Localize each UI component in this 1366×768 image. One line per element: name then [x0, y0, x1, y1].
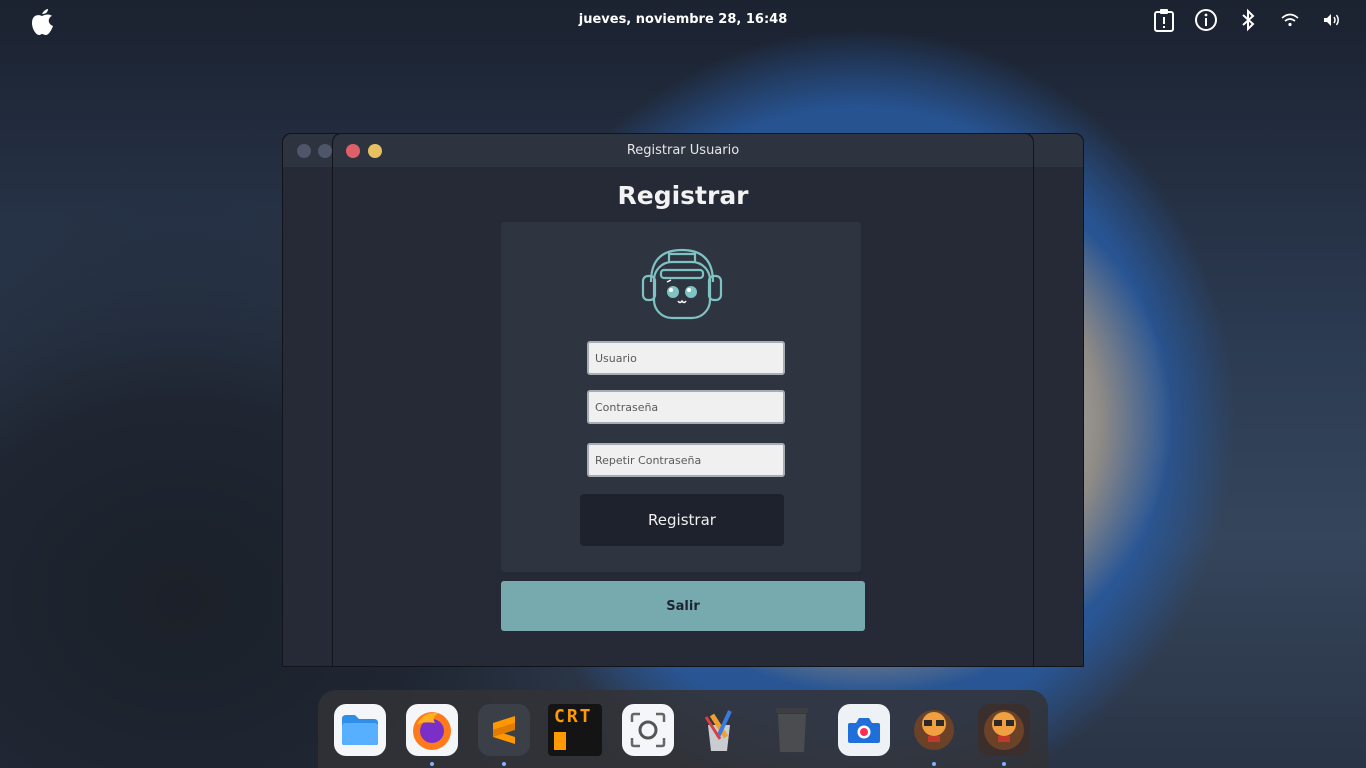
register-window: Registrar Usuario Registrar Usuario Regi… [332, 133, 1034, 667]
page-title: Registrar [617, 181, 749, 210]
running-indicator [502, 762, 506, 766]
dock-trash-icon[interactable] [766, 704, 818, 756]
window-titlebar[interactable]: Registrar Usuario [333, 134, 1033, 167]
top-bar: jueves, noviembre 28, 16:48 [0, 0, 1366, 40]
dock-cool-retro-term-icon[interactable]: CRT [548, 704, 602, 756]
background-window-minimize-button[interactable] [318, 144, 332, 158]
system-tray [1152, 8, 1344, 32]
dock: CRT [318, 690, 1048, 768]
running-indicator [1002, 762, 1006, 766]
register-form: Registrar [501, 222, 861, 572]
username-input[interactable] [587, 341, 785, 375]
crt-cursor [554, 732, 566, 750]
info-icon[interactable] [1194, 8, 1218, 32]
background-window-close-button[interactable] [297, 144, 311, 158]
dock-camera-icon[interactable] [838, 704, 890, 756]
dock-game-app-2-icon[interactable] [978, 704, 1030, 756]
dock-firefox-icon[interactable] [406, 704, 458, 756]
clipboard-icon[interactable] [1152, 8, 1176, 32]
bluetooth-icon[interactable] [1236, 8, 1260, 32]
dock-graphics-editor-icon[interactable] [694, 704, 746, 756]
robot-avatar-icon [637, 244, 727, 324]
dock-game-app-icon[interactable] [908, 704, 960, 756]
dock-sublime-text-icon[interactable] [478, 704, 530, 756]
dock-files-icon[interactable] [334, 704, 386, 756]
dock-screenshot-icon[interactable] [622, 704, 674, 756]
running-indicator [430, 762, 434, 766]
wifi-icon[interactable] [1278, 8, 1302, 32]
register-button[interactable]: Registrar [580, 494, 784, 546]
exit-button[interactable]: Salir [501, 581, 865, 631]
repeat-password-input[interactable] [587, 443, 785, 477]
crt-label: CRT [554, 706, 593, 727]
running-indicator [932, 762, 936, 766]
window-title: Registrar Usuario [626, 143, 740, 158]
password-input[interactable] [587, 390, 785, 424]
volume-icon[interactable] [1320, 8, 1344, 32]
